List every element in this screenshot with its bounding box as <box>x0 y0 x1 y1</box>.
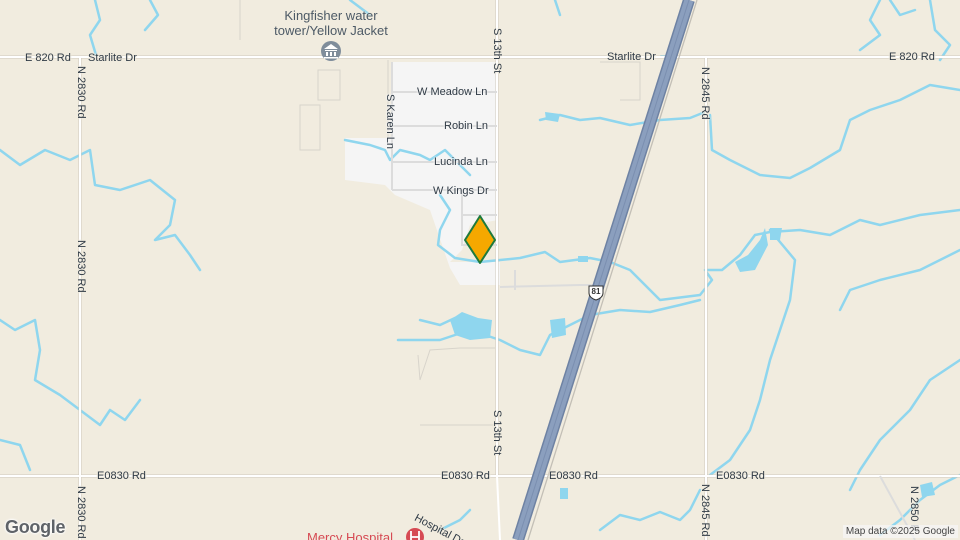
map-canvas[interactable]: E 820 Rd Starlite Dr Starlite Dr E 820 R… <box>0 0 960 540</box>
map-base-layer <box>0 0 960 540</box>
road-label-n2830-bottom: N 2830 Rd <box>75 486 87 539</box>
map-attribution[interactable]: Map data ©2025 Google <box>842 525 958 538</box>
road-label-n2845-bottom: N 2845 Rd <box>699 484 711 537</box>
poi-water-tower-label[interactable]: Kingfisher water tower/Yellow Jacket <box>246 8 416 38</box>
road-label-robin: Robin Ln <box>444 120 489 132</box>
google-logo: Google <box>5 517 66 537</box>
road-label-starlite-right: Starlite Dr <box>607 51 656 63</box>
road-label-n2830-mid: N 2830 Rd <box>75 240 87 293</box>
road-label-e0830-mid: E0830 Rd <box>549 470 598 482</box>
poi-water-tower-line2: tower/Yellow Jacket <box>274 23 388 38</box>
road-label-e0830-right: E0830 Rd <box>716 470 765 482</box>
road-label-n2830-top: N 2830 Rd <box>75 66 87 119</box>
hospital-icon[interactable] <box>406 528 424 540</box>
ponds <box>450 55 935 499</box>
road-label-s13th-top: S 13th St <box>491 28 503 74</box>
road-label-e0830-mid-left: E0830 Rd <box>441 470 490 482</box>
railway <box>527 0 698 540</box>
highway-median <box>517 0 690 540</box>
road-label-lucinda: Lucinda Ln <box>434 156 488 168</box>
road-label-starlite-left: Starlite Dr <box>88 52 137 64</box>
road-label-e0830-left: E0830 Rd <box>97 470 146 482</box>
us81-shield-label: 81 <box>591 287 601 296</box>
museum-icon[interactable] <box>321 41 341 61</box>
us81-shield-icon: 81 <box>587 285 605 301</box>
poi-hospital-label[interactable]: Mercy Hospital <box>307 530 393 540</box>
road-label-w-kings: W Kings Dr <box>433 185 489 197</box>
poi-water-tower-line1: Kingfisher water <box>284 8 378 23</box>
road-label-e820-right: E 820 Rd <box>889 51 935 63</box>
road-label-n2845-top: N 2845 Rd <box>699 67 711 120</box>
road-label-s13th-bottom: S 13th St <box>491 410 503 456</box>
road-label-e820-left: E 820 Rd <box>25 52 71 64</box>
road-label-w-meadow: W Meadow Ln <box>417 86 488 98</box>
road-label-s-karen: S Karen Ln <box>384 94 396 150</box>
